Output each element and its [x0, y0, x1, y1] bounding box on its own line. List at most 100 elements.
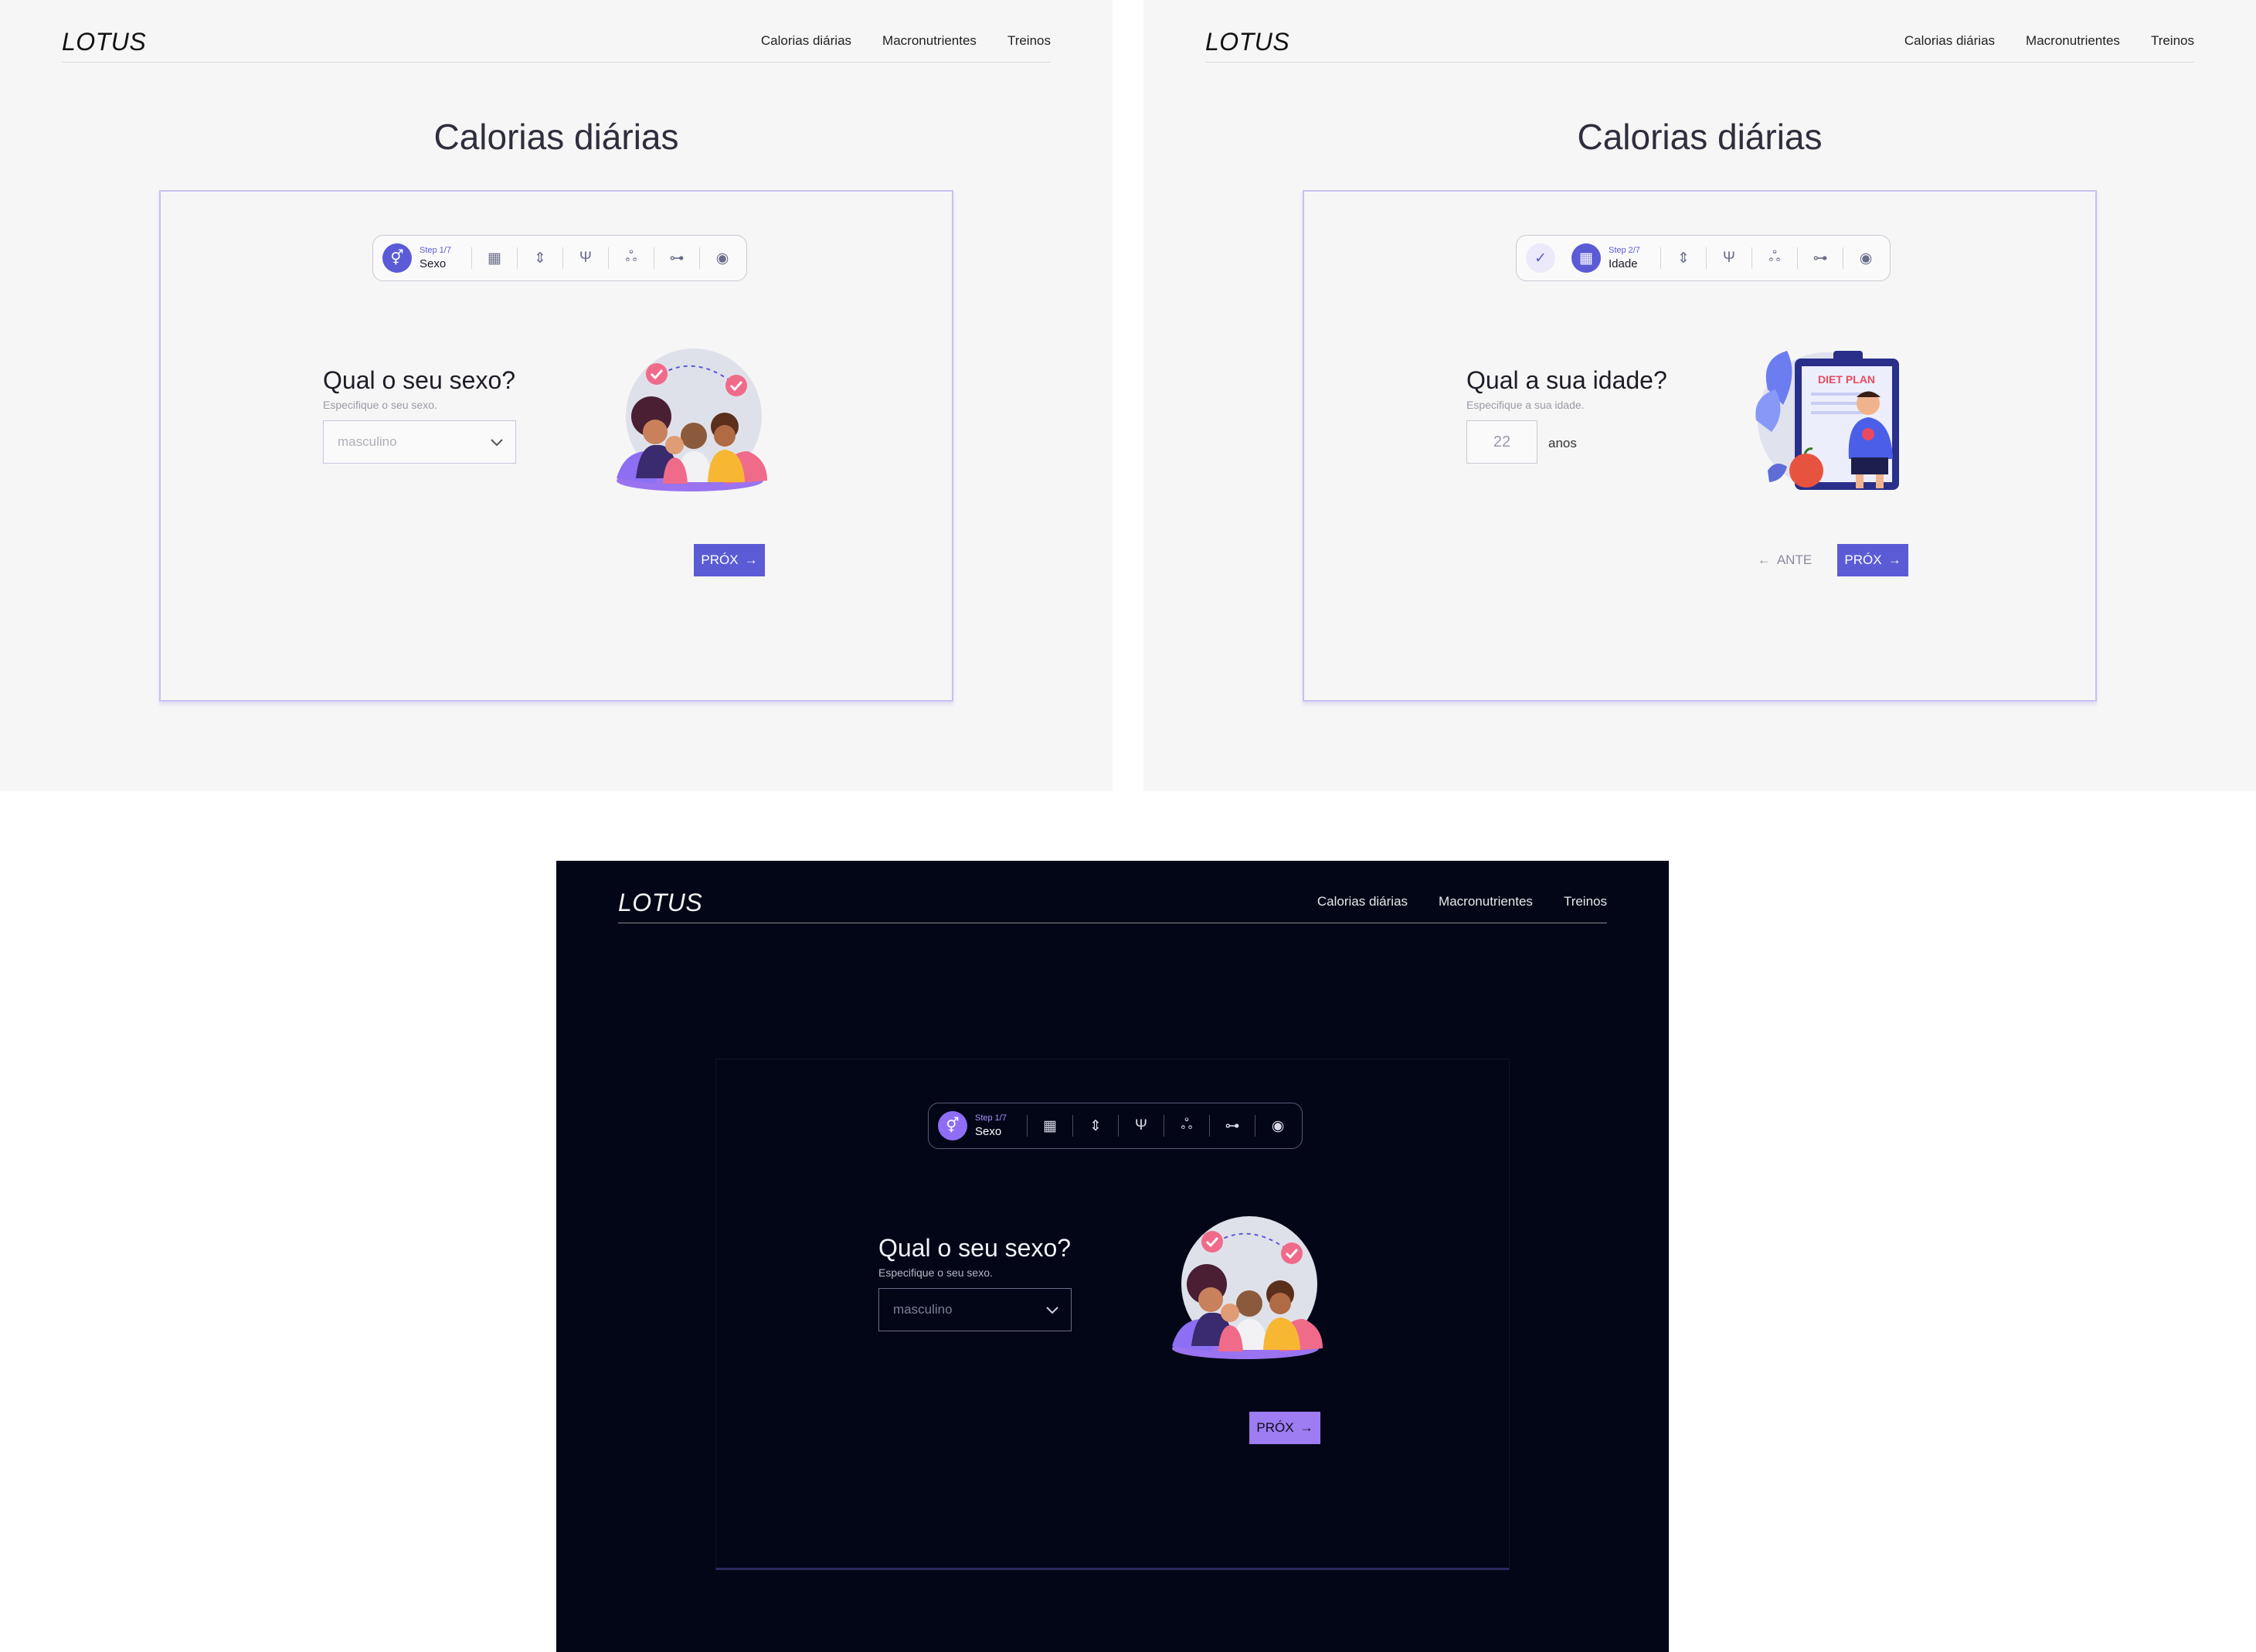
form-card: ⚥ Step 1/7 Sexo ▦ ⇕ Ψ ஃ ⊶ ◉ Qual o seu s… [159, 190, 953, 702]
logo[interactable]: LOTUS [62, 28, 146, 56]
diet-plan-illustration: DIET PLAN [1755, 351, 1899, 490]
stepper: ⚥ Step 1/7 Sexo ▦ ⇕ Ψ ஃ ⊶ ◉ [372, 235, 747, 281]
form-card: ⚥ Step 1/7 Sexo ▦ ⇕ Ψ ஃ ⊶ ◉ Qual o seu s… [715, 1059, 1510, 1570]
arrow-left-icon: ← [1757, 552, 1771, 567]
previous-button[interactable]: ← ANTE [1749, 544, 1820, 576]
fork-knife-icon: Ψ [1723, 250, 1735, 266]
user-circle-icon: ◉ [1859, 250, 1873, 267]
fork-knife-icon: Ψ [1135, 1117, 1147, 1134]
nav-macronutrientes[interactable]: Macronutrientes [2026, 33, 2120, 49]
next-button[interactable]: PRÓX → [1837, 544, 1908, 576]
step-perfil[interactable]: ◉ [708, 235, 737, 281]
question-hint: Especifique a sua idade. [1466, 399, 1585, 411]
check-icon: ✓ [1526, 243, 1555, 273]
step-divider [1705, 247, 1707, 269]
step-divider [1796, 247, 1798, 269]
diet-plan-text: DIET PLAN [1818, 373, 1875, 386]
user-circle-icon: ◉ [1271, 1117, 1285, 1134]
bicycle-icon: ஃ [1768, 249, 1781, 265]
sexo-select[interactable]: masculino [323, 420, 516, 464]
step-divider [1751, 247, 1752, 269]
select-value: masculino [338, 434, 397, 449]
age-input[interactable]: 22 [1466, 420, 1537, 464]
step-peso[interactable]: Ψ [1126, 1103, 1156, 1149]
nav-treinos[interactable]: Treinos [1007, 33, 1051, 49]
step-altura[interactable]: ⇕ [525, 235, 555, 281]
sexo-select[interactable]: masculino [878, 1288, 1072, 1331]
arrow-right-icon: → [1887, 552, 1901, 567]
screen-sexo-light: LOTUS Calorias diárias Macronutrientes T… [0, 0, 1113, 791]
nav-calorias[interactable]: Calorias diárias [1317, 894, 1408, 909]
nav-macronutrientes[interactable]: Macronutrientes [882, 33, 977, 49]
step-counter: Step 2/7 [1609, 246, 1640, 255]
step-peso[interactable]: Ψ [1714, 235, 1744, 281]
calendar-icon: ▦ [1043, 1117, 1057, 1134]
user-circle-icon: ◉ [715, 250, 729, 267]
step-perfil[interactable]: ◉ [1851, 235, 1881, 281]
step-divider [698, 247, 700, 269]
step-name: Idade [1609, 257, 1638, 270]
dumbbell-icon: ⊶ [669, 250, 685, 267]
next-button[interactable]: PRÓX → [694, 544, 765, 576]
step-divider [1208, 1115, 1210, 1137]
diverse-people-illustration [1172, 1216, 1323, 1359]
step-peso[interactable]: Ψ [571, 235, 600, 281]
nav-macronutrientes[interactable]: Macronutrientes [1439, 894, 1533, 909]
dumbbell-icon: ⊶ [1813, 250, 1828, 267]
step-divider [1563, 247, 1564, 269]
step-treino[interactable]: ⊶ [1806, 235, 1835, 281]
step-atividade[interactable]: ஃ [1172, 1103, 1201, 1149]
main-nav: Calorias diárias Macronutrientes Treinos [761, 33, 1051, 49]
next-button[interactable]: PRÓX → [1249, 1412, 1320, 1444]
step-idade[interactable]: ▦ [480, 235, 509, 281]
step-altura[interactable]: ⇕ [1081, 1103, 1110, 1149]
step-treino[interactable]: ⊶ [662, 235, 691, 281]
nav-treinos[interactable]: Treinos [1564, 894, 1607, 909]
step-atividade[interactable]: ஃ [1760, 235, 1789, 281]
arrow-right-icon: → [744, 552, 758, 567]
nav-calorias[interactable]: Calorias diárias [761, 33, 851, 49]
arrow-right-icon: → [1300, 1420, 1313, 1435]
step-sexo[interactable]: ⚥ Step 1/7 Sexo [938, 1103, 1019, 1149]
step-atividade[interactable]: ஃ [617, 235, 646, 281]
step-counter: Step 1/7 [975, 1113, 1007, 1123]
gender-icon: ⚥ [382, 243, 412, 273]
page-title: Calorias diárias [1577, 117, 1823, 157]
chevron-down-icon [491, 439, 503, 447]
header: LOTUS Calorias diárias Macronutrientes T… [1205, 23, 2194, 63]
nav-treinos[interactable]: Treinos [2151, 33, 2194, 49]
stepper: ⚥ Step 1/7 Sexo ▦ ⇕ Ψ ஃ ⊶ ◉ [928, 1103, 1303, 1149]
step-name: Sexo [420, 257, 447, 270]
step-treino[interactable]: ⊶ [1218, 1103, 1247, 1149]
bicycle-icon: ஃ [1181, 1117, 1193, 1133]
page-title: Calorias diárias [433, 117, 679, 157]
height-icon: ⇕ [1677, 250, 1690, 267]
step-name: Sexo [975, 1125, 1002, 1138]
nav-calorias[interactable]: Calorias diárias [1904, 33, 1995, 49]
header: LOTUS Calorias diárias Macronutrientes T… [62, 23, 1051, 63]
step-divider [1072, 1115, 1073, 1137]
form-card: ✓ ▦ Step 2/7 Idade ⇕ Ψ ஃ ⊶ ◉ Qual a sua … [1303, 190, 2097, 702]
age-unit: anos [1548, 436, 1577, 450]
step-divider [607, 247, 609, 269]
step-idade[interactable]: ▦ Step 2/7 Idade [1571, 235, 1653, 281]
question-title: Qual a sua idade? [1466, 366, 1667, 394]
step-idade[interactable]: ▦ [1035, 1103, 1065, 1149]
step-sexo[interactable]: ⚥ Step 1/7 Sexo [382, 235, 464, 281]
bicycle-icon: ஃ [625, 249, 637, 265]
step-divider [516, 247, 518, 269]
logo[interactable]: LOTUS [1205, 28, 1289, 56]
step-divider [1660, 247, 1661, 269]
prev-label: ANTE [1776, 552, 1813, 567]
calendar-icon: ▦ [1571, 243, 1601, 273]
height-icon: ⇕ [534, 250, 546, 267]
step-perfil[interactable]: ◉ [1263, 1103, 1293, 1149]
next-label: PRÓX [701, 552, 739, 567]
step-sexo[interactable]: ✓ [1526, 235, 1555, 281]
step-divider [562, 247, 563, 269]
step-divider [471, 247, 472, 269]
main-nav: Calorias diárias Macronutrientes Treinos [1317, 894, 1607, 909]
logo[interactable]: LOTUS [618, 889, 702, 917]
step-altura[interactable]: ⇕ [1669, 235, 1698, 281]
main-nav: Calorias diárias Macronutrientes Treinos [1904, 33, 2194, 49]
